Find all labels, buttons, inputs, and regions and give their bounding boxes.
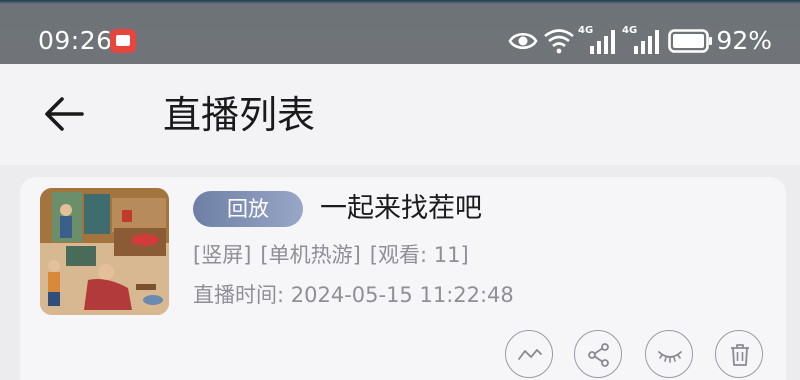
hide-button[interactable] <box>645 330 693 378</box>
live-tags: [竖屏] [单机热游] [观看: 11] <box>193 239 478 271</box>
eye-icon <box>508 32 538 50</box>
live-title: 一起来找茬吧 <box>320 193 482 224</box>
live-time: 直播时间: 2024-05-15 11:22:48 <box>193 283 514 307</box>
arrow-left-icon[interactable] <box>42 94 86 134</box>
app-bar: 直播列表 <box>0 64 800 165</box>
delete-button[interactable] <box>715 330 763 378</box>
battery-percent: 92% <box>716 26 772 55</box>
stats-button[interactable] <box>505 330 553 378</box>
live-thumbnail[interactable] <box>40 188 169 315</box>
share-button[interactable] <box>574 330 622 378</box>
trash-icon <box>731 344 749 366</box>
trend-icon <box>518 349 542 360</box>
eye-closed-icon <box>658 351 682 363</box>
wifi-icon <box>544 29 574 54</box>
status-bar: 09:26 4G 4G 92% <box>0 0 800 64</box>
status-time: 09:26 <box>38 26 113 55</box>
page-title: 直播列表 <box>163 93 316 137</box>
notification-book-icon <box>110 29 136 53</box>
signal-4g-icon: 4G <box>622 26 662 54</box>
battery-icon <box>668 29 712 53</box>
list-item[interactable]: 回放 一起来找茬吧 [竖屏] [单机热游] [观看: 11] 直播时间: 2024-… <box>20 177 786 380</box>
share-icon <box>588 343 609 367</box>
tag-category: [单机热游] <box>260 243 361 267</box>
tag-orientation: [竖屏] <box>193 243 252 267</box>
tag-views: [观看: 11] <box>369 243 469 267</box>
signal-4g-icon: 4G <box>578 26 618 54</box>
replay-badge: 回放 <box>193 191 303 227</box>
